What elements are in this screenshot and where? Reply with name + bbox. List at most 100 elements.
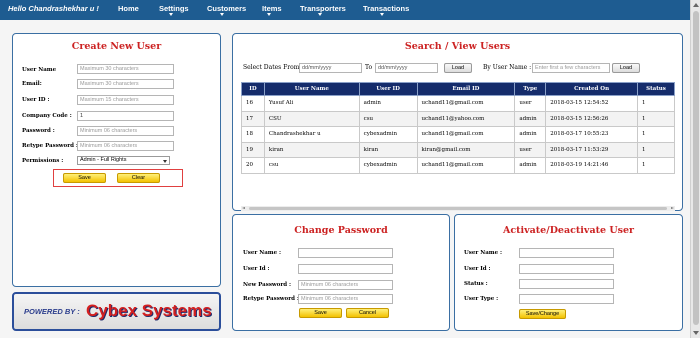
col-created[interactable]: Created On	[545, 82, 639, 96]
greeting-text: Hello Chandrashekhar u !	[8, 4, 99, 13]
page-scroll-thumb[interactable]	[693, 11, 699, 325]
cell-username: csu	[263, 157, 360, 174]
nav-home[interactable]: Home	[118, 4, 139, 13]
cell-username: Chandrashekhar u	[263, 126, 360, 143]
company-logo-text: Cybex Systems	[86, 301, 212, 320]
cp-username-input[interactable]	[298, 248, 393, 258]
col-id[interactable]: ID	[241, 82, 265, 96]
cell-status: 1	[637, 126, 675, 143]
cp-userid-label: User Id :	[243, 266, 270, 272]
date-to-input[interactable]: dd/mm/yyyy	[375, 63, 438, 73]
cell-type: admin	[514, 110, 547, 127]
retype-password-input[interactable]: Minimum 06 characters	[77, 141, 174, 151]
scroll-down-icon[interactable]	[693, 331, 699, 335]
au-usertype-input[interactable]	[519, 294, 614, 304]
password-label: Password :	[22, 128, 55, 134]
cell-created: 2018-03-19 14:21:46	[545, 157, 639, 174]
password-input[interactable]: Minimum 06 characters	[77, 126, 174, 136]
col-status[interactable]: Status	[637, 82, 675, 96]
table-row[interactable]: 19 kiran kiran kiran@gmail.com user 2018…	[241, 141, 675, 158]
users-table: ID User Name User ID Email ID Type Creat…	[241, 82, 675, 174]
chevron-down-icon	[163, 160, 167, 163]
username-search-input[interactable]: Enter first a few characters	[532, 63, 610, 73]
search-users-title: Search / View Users	[404, 41, 511, 52]
nav-transporters[interactable]: Transporters	[300, 4, 346, 13]
cell-status: 1	[637, 95, 675, 112]
scroll-left-icon[interactable]	[242, 207, 245, 209]
au-userid-label: User Id :	[464, 266, 491, 272]
cell-username: CSU	[263, 110, 360, 127]
table-scroll-thumb[interactable]	[249, 207, 667, 210]
date-from-input[interactable]: dd/mm/yyyy	[299, 63, 362, 73]
powered-by-label: POWERED BY :	[24, 307, 80, 316]
nav-items[interactable]: Items	[262, 4, 282, 13]
cell-status: 1	[637, 141, 675, 158]
email-input[interactable]: Maximum 30 characters	[77, 79, 174, 89]
load-user-button[interactable]: Load	[612, 63, 640, 73]
company-code-input[interactable]: 1	[77, 111, 174, 121]
save-change-button[interactable]: Save/Change	[519, 309, 566, 319]
cell-username: Yusuf Ali	[263, 95, 360, 112]
clear-button[interactable]: Clear	[117, 173, 160, 183]
col-username[interactable]: User Name	[263, 82, 360, 96]
page-scrollbar[interactable]	[690, 0, 700, 338]
table-row[interactable]: 17 CSU csu uchand11@yahoo.com admin 2018…	[241, 110, 675, 127]
table-horizontal-scrollbar[interactable]	[241, 206, 675, 211]
cell-userid: kiran	[358, 141, 418, 158]
username-label: User Name	[22, 67, 57, 73]
chevron-down-icon	[267, 13, 271, 16]
au-status-input[interactable]	[519, 279, 614, 289]
nav-customers[interactable]: Customers	[207, 4, 246, 13]
col-email[interactable]: Email ID	[416, 82, 516, 96]
cell-username: kiran	[263, 141, 360, 158]
cp-retype-password-input[interactable]: Minimum 06 characters	[298, 294, 393, 304]
email-label: Email:	[22, 81, 42, 87]
table-row[interactable]: 18 Chandrashekhar u cybexadmin uchand11@…	[241, 126, 675, 143]
username-input[interactable]: Maximum 30 characters	[77, 64, 174, 74]
au-userid-input[interactable]	[519, 264, 614, 274]
cell-created: 2018-03-15 12:56:26	[545, 110, 639, 127]
cp-userid-input[interactable]	[298, 264, 393, 274]
cell-userid: csu	[358, 110, 418, 127]
cell-type: user	[514, 141, 547, 158]
cp-cancel-button[interactable]: Cancel	[346, 308, 389, 318]
au-username-input[interactable]	[519, 248, 614, 258]
cell-id: 17	[241, 110, 265, 127]
permissions-label: Permissions :	[22, 158, 64, 164]
cp-username-label: User Name :	[243, 250, 282, 256]
cell-userid: cybexadmin	[358, 157, 418, 174]
nav-settings[interactable]: Settings	[159, 4, 189, 13]
cell-created: 2018-03-17 11:53:29	[545, 141, 639, 158]
cp-save-button[interactable]: Save	[299, 308, 342, 318]
au-status-label: Status :	[464, 281, 488, 287]
scroll-right-icon[interactable]	[671, 207, 674, 209]
userid-input[interactable]: Maximum 15 characters	[77, 95, 174, 105]
chevron-down-icon	[220, 13, 224, 16]
cell-email: kiran@gmail.com	[416, 141, 516, 158]
cell-id: 20	[241, 157, 265, 174]
chevron-down-icon	[318, 13, 322, 16]
to-label: To	[365, 64, 373, 71]
retype-password-label: Retype Password :	[22, 143, 78, 149]
chevron-down-icon	[380, 13, 384, 16]
col-userid[interactable]: User ID	[358, 82, 418, 96]
cell-status: 1	[637, 110, 675, 127]
table-row[interactable]: 20 csu cybexadmin uchand11@gmail.com adm…	[241, 157, 675, 174]
cell-email: uchand11@yahoo.com	[416, 110, 516, 127]
activate-user-panel: Activate/Deactivate User User Name : Use…	[454, 214, 683, 331]
permissions-select[interactable]: Admin - Full Rights	[77, 156, 170, 165]
cell-created: 2018-03-15 12:54:52	[545, 95, 639, 112]
save-button[interactable]: Save	[63, 173, 106, 183]
scroll-up-icon[interactable]	[693, 3, 699, 7]
cell-userid: admin	[358, 95, 418, 112]
load-dates-button[interactable]: Load	[444, 63, 472, 73]
nav-transactions[interactable]: Transactions	[363, 4, 409, 13]
table-row[interactable]: 16 Yusuf Ali admin uchand11@gmail.com us…	[241, 95, 675, 112]
userid-label: User ID :	[22, 97, 50, 103]
dates-from-label: Select Dates From:	[243, 64, 302, 71]
cell-type: admin	[514, 126, 547, 143]
cp-new-password-input[interactable]: Minimum 06 characters	[298, 280, 393, 290]
change-password-panel: Change Password User Name : User Id : Ne…	[232, 214, 450, 331]
cell-email: uchand11@gmail.com	[416, 126, 516, 143]
col-type[interactable]: Type	[514, 82, 547, 96]
